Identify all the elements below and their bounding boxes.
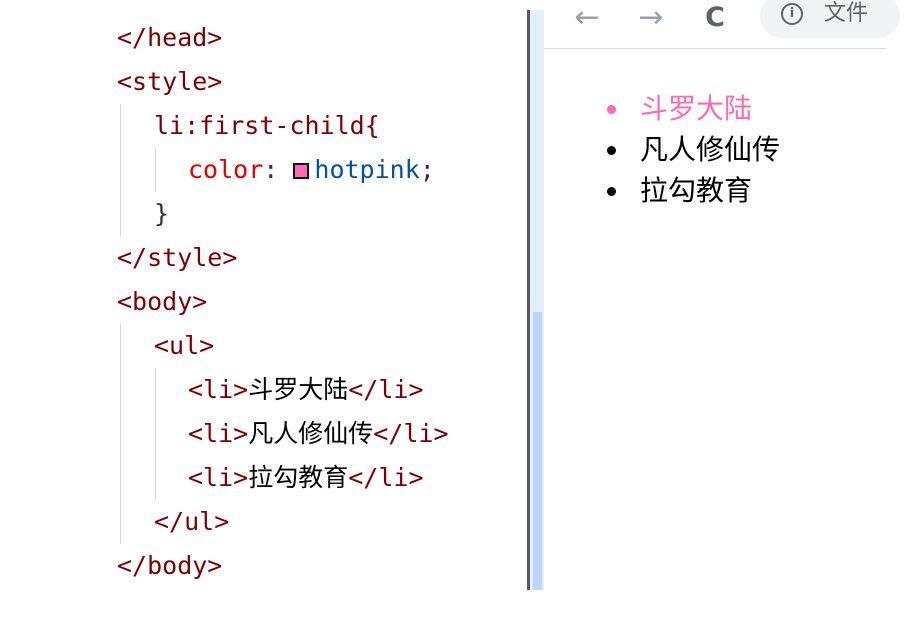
indent-guide (120, 104, 121, 236)
code-line-head-close[interactable]: </head> (117, 23, 222, 53)
li-open-tag: <li> (188, 419, 249, 448)
code-line-body-close[interactable]: </body> (117, 551, 222, 581)
scrollbar-thumb[interactable] (533, 312, 542, 590)
code-line-ul-open[interactable]: <ul> (154, 331, 214, 361)
body-open-tag: <body> (117, 287, 208, 316)
style-close-tag: </style> (117, 243, 238, 272)
li-text: 斗罗大陆 (248, 375, 349, 404)
code-line-style-close[interactable]: </style> (117, 243, 237, 273)
li-close-tag: </li> (373, 419, 449, 448)
code-line-ul-close[interactable]: </ul> (154, 507, 229, 537)
code-line-body-open[interactable]: <body> (117, 287, 207, 317)
ul-open-tag: <ul> (154, 331, 215, 360)
code-line-declaration[interactable]: color: hotpink; (188, 155, 435, 185)
list-item-text: 斗罗大陆 (640, 92, 753, 125)
bullet-icon (607, 187, 616, 196)
css-selector: li:first-child{ (154, 111, 380, 140)
list-item: 凡人修仙传 (607, 130, 781, 170)
reload-icon[interactable]: C (700, 0, 730, 36)
bullet-icon (607, 146, 616, 155)
indent-guide (120, 324, 121, 544)
browser-toolbar: ← → C i 文件 (544, 0, 900, 49)
address-bar-label: 文件 (824, 1, 869, 26)
info-icon[interactable]: i (781, 3, 803, 25)
list-item: 拉勾教育 (607, 171, 753, 211)
code-editor[interactable]: </head> <style> li:first-child{ color: h… (0, 0, 527, 627)
code-line-selector[interactable]: li:first-child{ (154, 111, 380, 141)
style-open-tag: <style> (117, 67, 223, 96)
css-property: color (188, 155, 264, 184)
li-text: 拉勾教育 (248, 463, 349, 492)
code-line-brace-close[interactable]: } (154, 199, 169, 229)
li-close-tag: </li> (348, 375, 424, 404)
css-value: hotpink (314, 155, 420, 184)
indent-guide (155, 368, 156, 500)
css-semicolon: ; (419, 155, 435, 184)
code-line-li-2[interactable]: <li>凡人修仙传</li> (188, 419, 449, 449)
ul-close-tag: </ul> (154, 507, 230, 536)
code-line-li-3[interactable]: <li>拉勾教育</li> (188, 463, 424, 493)
list-item-text: 凡人修仙传 (640, 133, 781, 166)
list-item: 斗罗大陆 (607, 89, 753, 129)
li-text: 凡人修仙传 (248, 419, 374, 448)
indent-guide (155, 148, 156, 192)
forward-arrow-icon[interactable]: → (636, 0, 666, 36)
browser-preview: ← → C i 文件 斗罗大陆 凡人修仙传 拉勾教育 (544, 0, 900, 590)
li-close-tag: </li> (348, 463, 424, 492)
back-arrow-icon[interactable]: ← (572, 0, 602, 36)
css-colon: : (263, 155, 279, 184)
css-brace-close: } (154, 199, 170, 228)
color-swatch-icon[interactable] (293, 163, 310, 179)
head-close-tag: </head> (117, 23, 223, 52)
code-line-style-open[interactable]: <style> (117, 67, 222, 97)
body-close-tag: </body> (117, 551, 223, 580)
bullet-icon (607, 105, 616, 114)
li-open-tag: <li> (188, 463, 249, 492)
code-line-li-1[interactable]: <li>斗罗大陆</li> (188, 375, 424, 405)
li-open-tag: <li> (188, 375, 249, 404)
list-item-text: 拉勾教育 (640, 174, 753, 207)
